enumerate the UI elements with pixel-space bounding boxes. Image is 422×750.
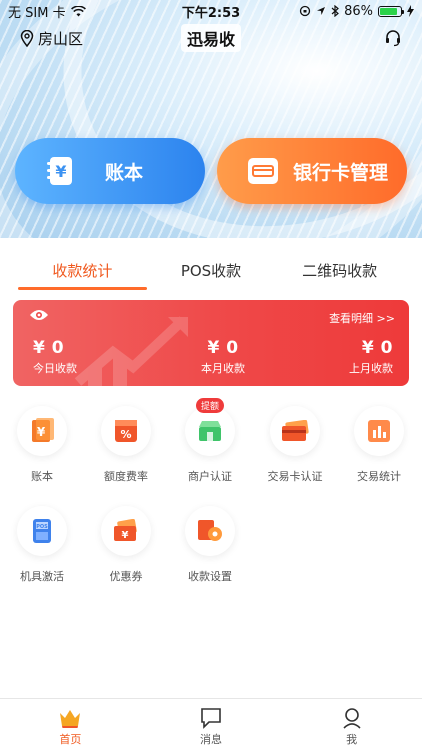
carrier-text: 无 SIM 卡 — [8, 5, 66, 21]
grid-item-card-auth[interactable]: 交易卡认证 — [253, 406, 337, 484]
battery-icon — [378, 5, 404, 17]
grid-item-ledger[interactable]: ¥ 账本 — [0, 406, 84, 484]
month-income-label: 本月收款 — [201, 362, 245, 375]
percent-icon: % — [115, 420, 137, 442]
orientation-lock-icon — [299, 5, 311, 17]
grid-item-limit-rate[interactable]: % 额度费率 — [84, 406, 168, 484]
wifi-icon — [70, 5, 86, 16]
grid-item-merchant-auth[interactable]: 提额 商户认证 — [168, 398, 252, 484]
ledger-icon: ¥ — [45, 155, 77, 187]
grid-item-payment-settings[interactable]: 收款设置 — [168, 506, 252, 584]
customer-service-icon[interactable] — [384, 29, 402, 47]
svg-text:POS: POS — [36, 524, 48, 530]
location-pin-icon — [20, 29, 34, 47]
payment-tabs: 收款统计 POS收款 二维码收款 — [0, 252, 422, 292]
battery-level — [380, 7, 398, 15]
top-nav: 房山区 迅易收 — [0, 24, 422, 52]
grid-label: 商户认证 — [188, 470, 232, 483]
coupon-icon: ¥ — [114, 519, 137, 541]
nav-profile[interactable]: 我 — [281, 699, 422, 750]
last-month-income: ¥ 0 上月收款 — [349, 338, 393, 376]
bank-card-icon — [247, 155, 279, 187]
svg-text:¥: ¥ — [122, 530, 129, 541]
grid-item-trade-stats[interactable]: 交易统计 — [337, 406, 421, 484]
today-income-label: 今日收款 — [33, 362, 77, 375]
grid-item-device-activate[interactable]: POS 机具激活 — [0, 506, 84, 584]
grid-label: 额度费率 — [104, 470, 148, 483]
grid-label: 交易卡认证 — [267, 470, 323, 483]
card-icon — [282, 420, 309, 441]
grid-label: 收款设置 — [188, 570, 232, 583]
location-arrow-icon — [317, 7, 326, 15]
grid-label: 账本 — [31, 470, 53, 483]
ledger-button[interactable]: ¥ 账本 — [15, 138, 205, 204]
svg-text:¥: ¥ — [37, 425, 46, 439]
tab-qr-payment[interactable]: 二维码收款 — [275, 252, 404, 292]
location-selector[interactable]: 房山区 — [20, 28, 83, 49]
month-income-value: ¥ 0 — [207, 338, 239, 358]
bank-card-button-label: 银行卡管理 — [293, 161, 389, 184]
promo-badge: 提额 — [195, 398, 225, 413]
app-title: 迅易收 — [180, 24, 242, 52]
charging-icon — [407, 5, 414, 17]
battery-percent: 86% — [344, 3, 373, 19]
nav-home[interactable]: 首页 — [0, 699, 141, 750]
grid-label: 交易统计 — [357, 470, 401, 483]
location-label: 房山区 — [38, 29, 84, 48]
merchant-icon — [199, 421, 221, 441]
nav-profile-label: 我 — [346, 733, 358, 746]
settings-icon — [198, 520, 222, 541]
message-icon — [201, 708, 221, 729]
stats-icon — [368, 420, 390, 442]
today-income-value: ¥ 0 — [33, 338, 65, 358]
svg-text:¥: ¥ — [55, 162, 66, 181]
bluetooth-icon — [331, 5, 340, 17]
nav-home-label: 首页 — [59, 733, 82, 746]
grid-label: 机具激活 — [20, 570, 64, 583]
today-income: ¥ 0 今日收款 — [33, 338, 77, 376]
nav-messages-label: 消息 — [200, 733, 222, 746]
grid-label: 优惠券 — [109, 570, 143, 583]
view-details-link[interactable]: 查看明细 >> — [329, 310, 395, 326]
home-crown-icon — [60, 710, 81, 728]
ledger-button-label: 账本 — [105, 161, 144, 184]
last-month-income-value: ¥ 0 — [361, 338, 393, 358]
svg-text:%: % — [120, 428, 131, 441]
nav-messages[interactable]: 消息 — [141, 699, 282, 750]
bank-card-management-button[interactable]: 银行卡管理 — [217, 138, 407, 204]
status-bar: 无 SIM 卡 下午2:53 86% — [0, 0, 422, 22]
growth-chart-decoration — [74, 316, 188, 386]
last-month-income-label: 上月收款 — [349, 362, 393, 375]
payment-stats-card: 查看明细 >> ¥ 0 今日收款 ¥ 0 本月收款 ¥ 0 上月收款 — [13, 300, 409, 386]
tab-payment-stats[interactable]: 收款统计 — [18, 252, 147, 292]
pos-icon: POS — [33, 519, 51, 543]
grid-item-coupon[interactable]: ¥ 优惠券 — [84, 506, 168, 584]
month-income: ¥ 0 本月收款 — [193, 338, 253, 376]
visibility-eye-icon[interactable] — [29, 308, 49, 322]
tab-pos-payment[interactable]: POS收款 — [147, 252, 276, 292]
bottom-tab-bar: 首页 消息 我 — [0, 698, 422, 750]
profile-icon — [343, 708, 361, 729]
ledger-icon: ¥ — [32, 418, 54, 442]
